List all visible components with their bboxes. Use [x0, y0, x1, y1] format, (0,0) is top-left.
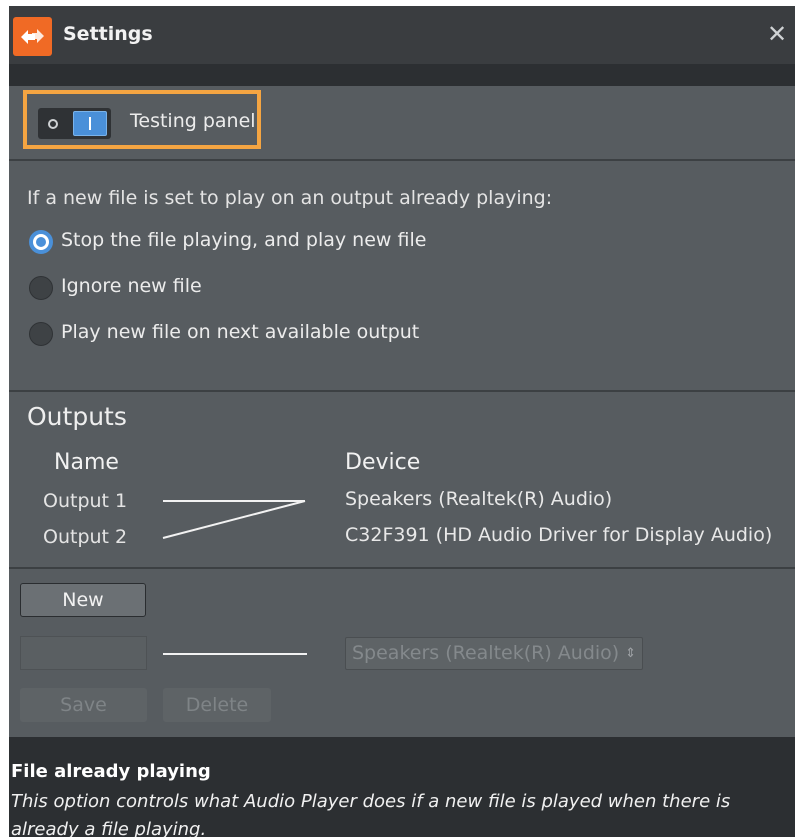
- mapping-line: [163, 653, 307, 655]
- name-column-header: Name: [54, 450, 119, 475]
- help-panel: File already playing This option control…: [9, 737, 795, 837]
- help-description: This option controls what Audio Player d…: [11, 791, 731, 837]
- radio-label[interactable]: Stop the file playing, and play new file: [61, 229, 426, 251]
- delete-button[interactable]: Delete: [163, 688, 271, 722]
- divider: [9, 567, 795, 569]
- divider: [9, 159, 795, 161]
- radio-label[interactable]: Ignore new file: [61, 275, 202, 297]
- testing-panel-highlight: Testing panel: [23, 90, 261, 149]
- updown-arrows-icon: ⇕: [625, 646, 636, 661]
- window-title: Settings: [63, 23, 153, 45]
- output-name-input[interactable]: [20, 636, 147, 670]
- output-device-mapping-lines: [162, 500, 306, 539]
- radio-checked-icon[interactable]: [29, 230, 53, 254]
- device-select[interactable]: Speakers (Realtek(R) Audio) ⇕: [345, 637, 643, 670]
- new-output-button[interactable]: New: [20, 583, 146, 617]
- output-device[interactable]: C32F391 (HD Audio Driver for Display Aud…: [345, 524, 772, 546]
- title-bar: Settings ✕: [9, 6, 795, 64]
- toggle-off-icon: [48, 119, 58, 129]
- output-device[interactable]: Speakers (Realtek(R) Audio): [345, 488, 612, 510]
- device-select-value: Speakers (Realtek(R) Audio): [352, 642, 620, 664]
- help-title: File already playing: [11, 761, 211, 782]
- radio-unchecked-icon[interactable]: [29, 322, 53, 346]
- outputs-heading: Outputs: [27, 402, 127, 431]
- settings-window: Settings ✕ Testing panel If a new file i…: [9, 6, 795, 837]
- playback-question: If a new file is set to play on an outpu…: [27, 187, 553, 209]
- radio-unchecked-icon[interactable]: [29, 276, 53, 300]
- testing-panel-label: Testing panel: [130, 110, 256, 132]
- divider: [9, 390, 795, 392]
- output-name[interactable]: Output 2: [43, 526, 127, 548]
- radio-label[interactable]: Play new file on next available output: [61, 321, 419, 343]
- device-column-header: Device: [345, 450, 421, 475]
- testing-panel-toggle[interactable]: [38, 108, 111, 139]
- toggle-on-icon: [73, 111, 107, 136]
- output-name[interactable]: Output 1: [43, 490, 127, 512]
- close-icon[interactable]: ✕: [763, 20, 791, 48]
- title-subbar: [9, 64, 795, 86]
- app-logo-icon: [13, 17, 52, 56]
- save-button[interactable]: Save: [20, 688, 147, 722]
